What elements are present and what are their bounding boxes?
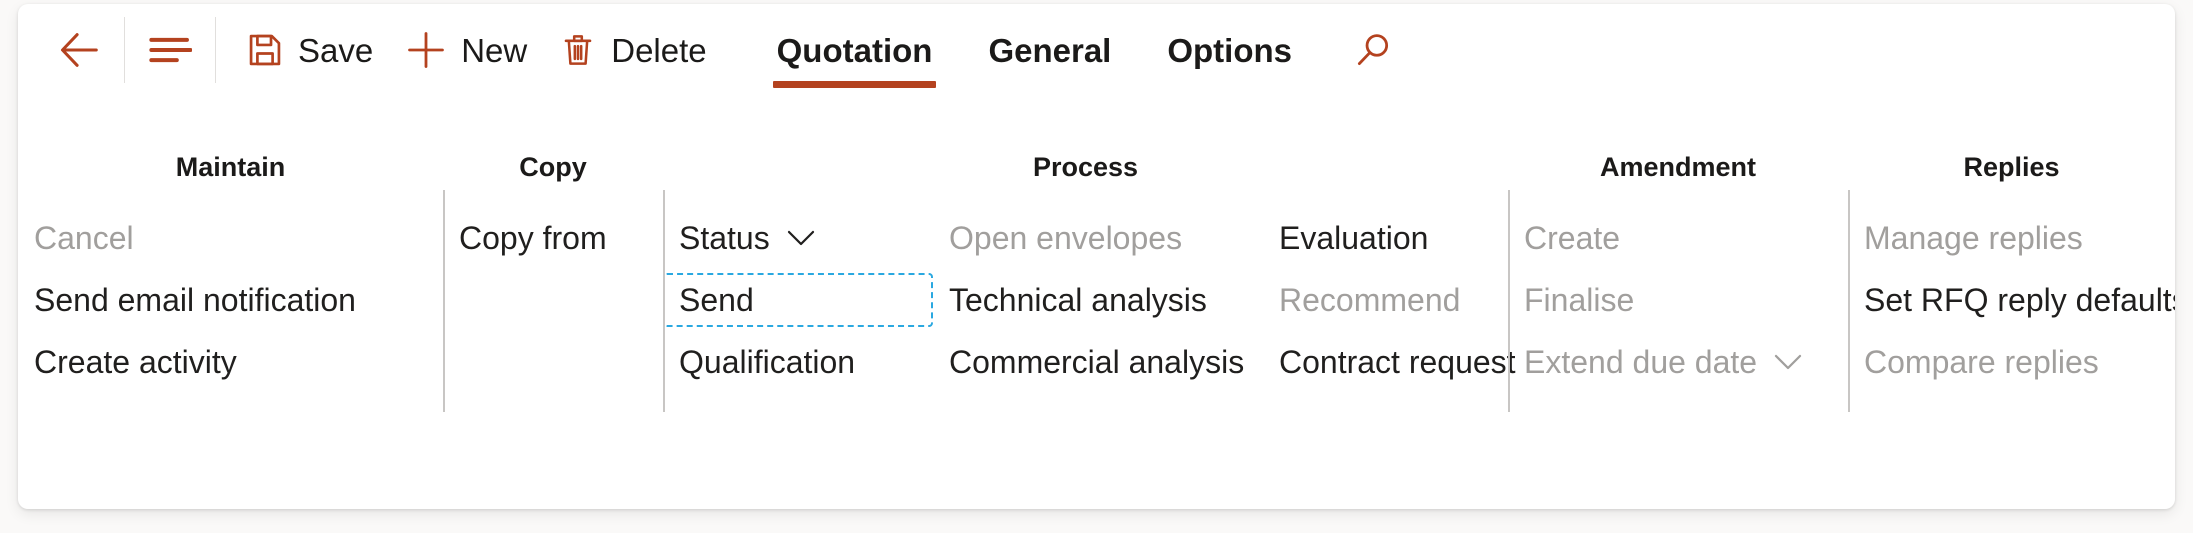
menu-item-label: Finalise: [1524, 282, 1635, 318]
tab-options-label: Options: [1167, 31, 1293, 69]
toolbar-divider-1: [124, 17, 125, 83]
group-copy-column-1: Copy from: [443, 211, 623, 265]
search-magnifier-icon: [1352, 29, 1394, 71]
menu-item-contract-request[interactable]: Contract request: [1263, 335, 1516, 389]
back-button[interactable]: [48, 4, 110, 96]
menu-item-label: Technical analysis: [949, 282, 1207, 318]
group-maintain-column-1: Cancel Send email notification Create ac…: [18, 211, 372, 389]
menu-item-label: Send: [679, 282, 754, 318]
back-arrow-icon: [56, 27, 102, 73]
tab-quotation[interactable]: Quotation: [749, 4, 961, 96]
group-copy: Copy Copy from: [443, 132, 663, 422]
menu-item-finalise[interactable]: Finalise: [1508, 273, 1819, 327]
menu-item-label: Compare replies: [1864, 344, 2099, 380]
menu-item-label: Copy from: [459, 220, 607, 256]
group-maintain: Maintain Cancel Send email notification …: [18, 132, 443, 422]
menu-item-copy-from[interactable]: Copy from: [443, 211, 623, 265]
group-maintain-title: Maintain: [175, 152, 286, 182]
menu-item-label: Status: [679, 220, 770, 256]
menu-item-label: Recommend: [1279, 282, 1461, 318]
menu-item-qualification[interactable]: Qualification: [663, 335, 933, 389]
menu-item-status[interactable]: Status: [663, 211, 933, 265]
search-button[interactable]: [1342, 4, 1404, 96]
menu-item-cancel[interactable]: Cancel: [18, 211, 372, 265]
group-process-column-3: Evaluation Recommend Contract request: [1263, 211, 1516, 389]
menu-item-label: Cancel: [34, 220, 134, 256]
group-replies-title: Replies: [1963, 152, 2060, 182]
menu-item-label: Commercial analysis: [949, 344, 1245, 380]
group-replies: Replies Manage replies Set RFQ reply def…: [1848, 132, 2175, 422]
menu-item-label: Qualification: [679, 344, 856, 380]
menu-item-create-activity[interactable]: Create activity: [18, 335, 372, 389]
menu-item-label: Evaluation: [1279, 220, 1429, 256]
tab-options[interactable]: Options: [1139, 4, 1320, 96]
menu-item-label: Manage replies: [1864, 220, 2083, 256]
show-list-button[interactable]: [139, 4, 201, 96]
menu-item-commercial-analysis[interactable]: Commercial analysis: [933, 335, 1263, 389]
group-process-column-1: Status Send Qualification: [663, 211, 933, 389]
group-amendment-column-1: Create Finalise Extend due date: [1508, 211, 1819, 389]
save-floppy-icon: [246, 31, 284, 69]
menu-item-compare-replies[interactable]: Compare replies: [1848, 335, 2175, 389]
menu-item-label: Create: [1524, 220, 1621, 256]
chevron-down-icon: [1773, 353, 1803, 371]
action-pane-groups: Maintain Cancel Send email notification …: [18, 132, 2175, 509]
group-copy-title: Copy: [519, 152, 587, 182]
action-pane-toolbar: Save New Delete Quotation General Option…: [18, 4, 2175, 132]
plus-icon: [405, 29, 447, 71]
group-process: Process Status Send Qualification Open e…: [663, 132, 1516, 422]
menu-item-label: Create activity: [34, 344, 237, 380]
group-process-title: Process: [1032, 152, 1139, 182]
menu-item-label: Extend due date: [1524, 344, 1758, 380]
delete-button[interactable]: Delete: [543, 4, 722, 96]
group-replies-column-1: Manage replies Set RFQ reply defaults Co…: [1848, 211, 2175, 389]
delete-button-label: Delete: [611, 31, 707, 69]
chevron-down-icon: [786, 229, 816, 247]
new-button[interactable]: New: [389, 4, 543, 96]
group-amendment: Amendment Create Finalise Extend due dat…: [1508, 132, 1848, 422]
save-button[interactable]: Save: [230, 4, 389, 96]
show-list-icon: [148, 33, 193, 67]
app-background: Save New Delete Quotation General Option…: [0, 0, 2193, 533]
action-pane-card: Save New Delete Quotation General Option…: [18, 4, 2175, 509]
menu-item-extend-due-date[interactable]: Extend due date: [1508, 335, 1819, 389]
trash-icon: [559, 31, 597, 69]
new-button-label: New: [461, 31, 528, 69]
menu-item-send-email-notification[interactable]: Send email notification: [18, 273, 372, 327]
toolbar-divider-2: [215, 17, 216, 83]
menu-item-open-envelopes[interactable]: Open envelopes: [933, 211, 1263, 265]
menu-item-label: Open envelopes: [949, 220, 1183, 256]
menu-item-set-rfq-reply-defaults[interactable]: Set RFQ reply defaults: [1848, 273, 2175, 327]
menu-item-label: Set RFQ reply defaults: [1864, 282, 2175, 318]
save-button-label: Save: [298, 31, 374, 69]
group-amendment-title: Amendment: [1599, 152, 1756, 182]
tab-quotation-label: Quotation: [776, 31, 933, 69]
menu-item-recommend[interactable]: Recommend: [1263, 273, 1508, 327]
menu-item-create[interactable]: Create: [1508, 211, 1819, 265]
menu-item-label: Send email notification: [34, 282, 356, 318]
menu-item-technical-analysis[interactable]: Technical analysis: [933, 273, 1263, 327]
tab-general-label: General: [988, 31, 1112, 69]
menu-item-evaluation[interactable]: Evaluation: [1263, 211, 1508, 265]
menu-item-manage-replies[interactable]: Manage replies: [1848, 211, 2175, 265]
group-process-column-2: Open envelopes Technical analysis Commer…: [933, 211, 1263, 389]
tab-general[interactable]: General: [960, 4, 1139, 96]
menu-item-send[interactable]: Send: [663, 273, 933, 327]
menu-item-label: Contract request: [1279, 344, 1516, 380]
